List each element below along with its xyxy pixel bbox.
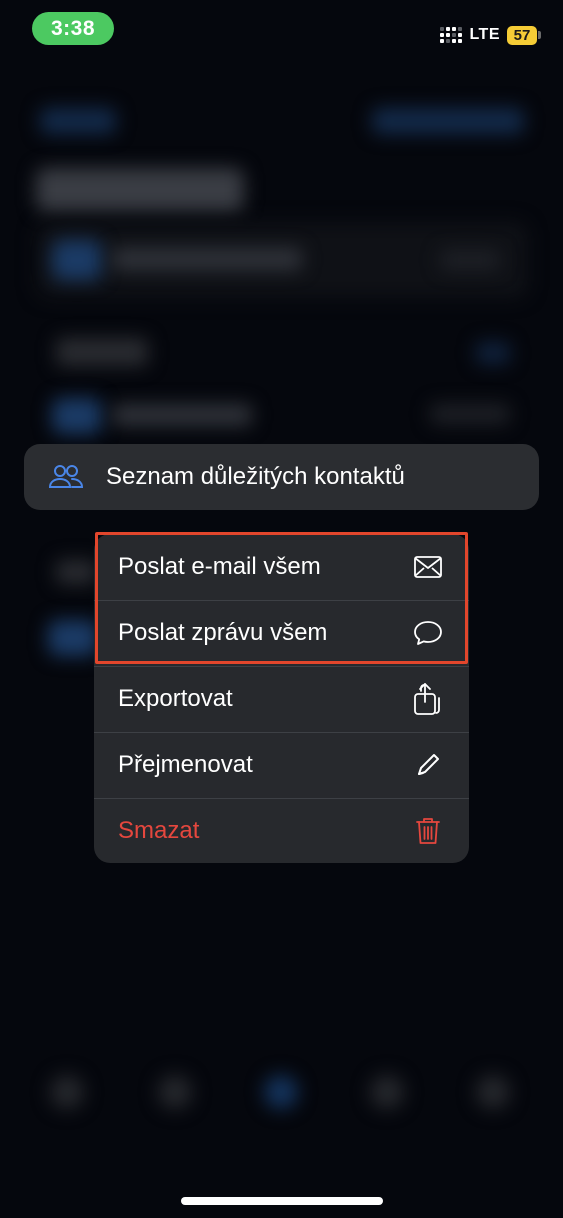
home-indicator[interactable] xyxy=(181,1197,383,1205)
trash-icon xyxy=(413,816,443,846)
menu-item-label: Poslat e-mail všem xyxy=(118,553,321,580)
menu-item-send-email[interactable]: Poslat e-mail všem xyxy=(94,534,469,600)
menu-item-label: Exportovat xyxy=(118,685,233,712)
pencil-icon xyxy=(413,750,443,780)
menu-item-label: Přejmenovat xyxy=(118,751,253,778)
status-time[interactable]: 3:38 xyxy=(32,12,114,45)
background-title xyxy=(36,168,244,212)
background-row-icon xyxy=(48,620,98,656)
menu-item-send-message[interactable]: Poslat zprávu všem xyxy=(94,600,469,666)
background-row-detail xyxy=(440,250,500,270)
envelope-icon xyxy=(413,552,443,582)
context-menu: Poslat e-mail všem Poslat zprávu všem Ex… xyxy=(94,534,469,863)
background-row-detail xyxy=(430,404,510,424)
background-tab-icon xyxy=(158,1075,192,1109)
background-tab-icon xyxy=(476,1075,510,1109)
menu-item-delete[interactable]: Smazat xyxy=(94,798,469,863)
background-row-text xyxy=(56,560,96,584)
cellular-signal-icon xyxy=(440,27,463,43)
message-bubble-icon xyxy=(413,618,443,648)
menu-item-export[interactable]: Exportovat xyxy=(94,666,469,732)
background-action-button xyxy=(372,108,524,134)
background-row-icon xyxy=(52,240,102,280)
battery-cap xyxy=(538,31,541,39)
menu-item-label: Smazat xyxy=(118,817,200,844)
network-type: LTE xyxy=(469,26,500,43)
status-indicators: LTE 57 xyxy=(440,22,541,48)
menu-item-label: Poslat zprávu všem xyxy=(118,619,328,646)
list-preview[interactable]: Seznam důležitých kontaktů xyxy=(24,444,539,510)
share-icon xyxy=(413,683,443,715)
background-tab-icon xyxy=(50,1075,84,1109)
background-tab-icon xyxy=(370,1075,404,1109)
battery-icon: 57 xyxy=(507,25,541,45)
battery-level: 57 xyxy=(507,25,537,45)
background-row-text xyxy=(112,404,252,426)
list-name: Seznam důležitých kontaktů xyxy=(106,463,405,490)
background-row-text xyxy=(112,248,302,270)
background-back-button xyxy=(40,108,116,134)
menu-item-rename[interactable]: Přejmenovat xyxy=(94,732,469,798)
background-section-action xyxy=(476,342,510,364)
background-tab-icon xyxy=(264,1075,298,1109)
background-row-icon xyxy=(52,398,102,434)
people-icon xyxy=(48,465,84,488)
background-section-header xyxy=(56,338,148,366)
